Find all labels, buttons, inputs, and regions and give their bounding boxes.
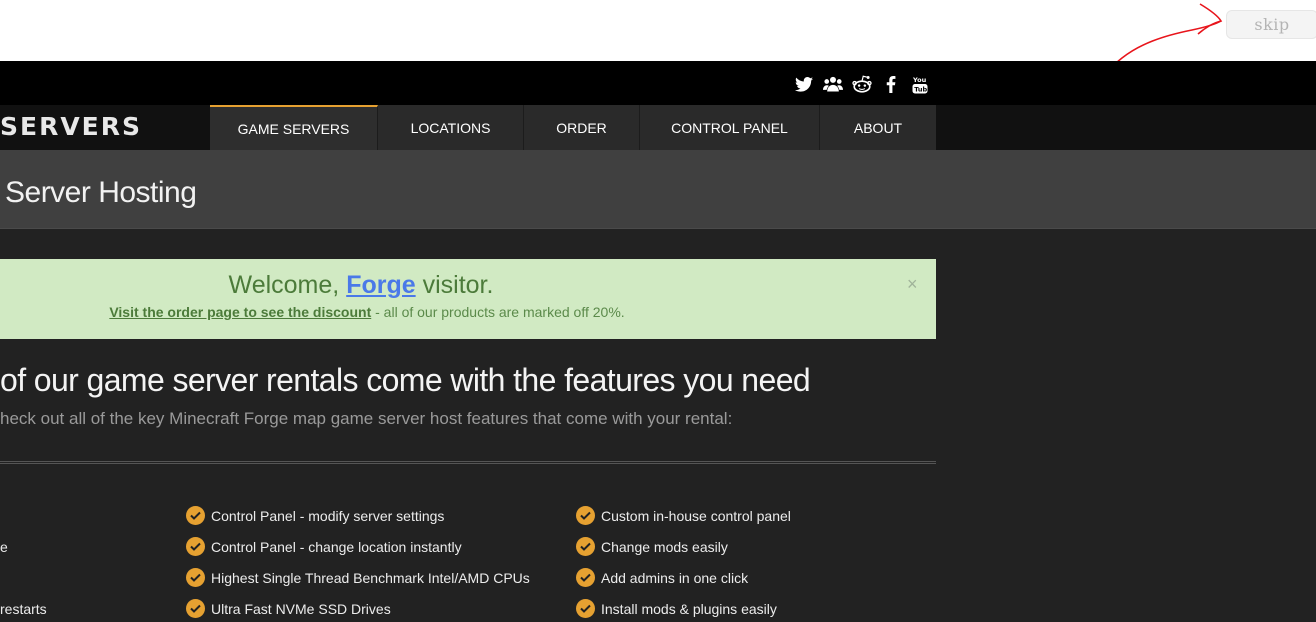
check-icon	[576, 568, 595, 587]
features-subtitle: heck out all of the key Minecraft Forge …	[0, 409, 733, 428]
feature-label: Control Panel - modify server settings	[211, 507, 445, 524]
feature-item	[0, 500, 47, 531]
welcome-prefix: Welcome,	[228, 271, 347, 299]
feature-label: Add admins in one click	[601, 569, 749, 586]
feature-item: Custom in-house control panel	[576, 500, 791, 531]
social-bar: YouTube	[0, 61, 1316, 105]
check-icon	[576, 537, 595, 556]
check-icon	[186, 506, 205, 525]
community-icon[interactable]	[822, 74, 844, 94]
feature-item: Change mods easily	[576, 531, 791, 562]
feature-label: Highest Single Thread Benchmark Intel/AM…	[211, 569, 530, 586]
feature-label: Ultra Fast NVMe SSD Drives	[211, 600, 391, 617]
svg-text:You: You	[912, 76, 927, 84]
nav-order[interactable]: ORDER	[524, 105, 640, 150]
reddit-icon[interactable]	[851, 74, 873, 94]
feature-list-col-2: Custom in-house control panel Change mod…	[576, 500, 791, 622]
youtube-icon[interactable]: YouTube	[909, 74, 931, 94]
check-icon	[576, 506, 595, 525]
feature-list-col-1: Control Panel - modify server settings C…	[186, 500, 530, 622]
feature-item: e	[0, 538, 8, 555]
nav-game-servers[interactable]: GAME SERVERS	[210, 105, 378, 150]
feature-list-col-0: e restarts	[0, 500, 47, 622]
feature-item: Ultra Fast NVMe SSD Drives	[186, 593, 530, 622]
welcome-discount-line: Visit the order page to see the discount…	[0, 304, 734, 320]
feature-item: Control Panel - change location instantl…	[186, 531, 530, 562]
nav-locations[interactable]: LOCATIONS	[378, 105, 524, 150]
feature-item: Install mods & plugins easily	[576, 593, 791, 622]
nav-about[interactable]: ABOUT	[820, 105, 936, 150]
feature-label: Control Panel - change location instantl…	[211, 538, 462, 555]
feature-label: Change mods easily	[601, 538, 728, 555]
feature-item	[0, 562, 47, 593]
feature-item: Add admins in one click	[576, 562, 791, 593]
svg-text:Tube: Tube	[914, 85, 928, 93]
main-navbar: SERVERS GAME SERVERS LOCATIONS ORDER CON…	[0, 105, 1316, 150]
main-nav: GAME SERVERS LOCATIONS ORDER CONTROL PAN…	[210, 105, 936, 150]
feature-item: Highest Single Thread Benchmark Intel/AM…	[186, 562, 530, 593]
welcome-heading: Welcome, Forge visitor.	[0, 271, 722, 300]
feature-item: Control Panel - modify server settings	[186, 500, 530, 531]
page-title: Server Hosting	[5, 176, 197, 209]
forge-link[interactable]: Forge	[346, 271, 415, 299]
section-divider	[0, 461, 936, 464]
close-banner-button[interactable]: ×	[907, 274, 918, 295]
skip-button[interactable]: skip	[1226, 10, 1316, 39]
facebook-icon[interactable]	[880, 74, 902, 94]
feature-label: Custom in-house control panel	[601, 507, 791, 524]
check-icon	[186, 568, 205, 587]
feature-item: restarts	[0, 600, 47, 617]
nav-control-panel[interactable]: CONTROL PANEL	[640, 105, 820, 150]
welcome-suffix: visitor.	[415, 271, 494, 299]
check-icon	[186, 599, 205, 618]
features-heading: of our game server rentals come with the…	[0, 362, 811, 398]
page-header: Server Hosting	[0, 150, 1316, 229]
twitter-icon[interactable]	[793, 74, 815, 94]
top-white-bar: skip	[0, 0, 1316, 61]
discount-link[interactable]: Visit the order page to see the discount	[109, 304, 371, 320]
check-icon	[576, 599, 595, 618]
site-logo[interactable]: SERVERS	[0, 112, 142, 141]
welcome-banner: Welcome, Forge visitor. Visit the order …	[0, 259, 936, 339]
check-icon	[186, 537, 205, 556]
feature-label: Install mods & plugins easily	[601, 600, 777, 617]
discount-text: - all of our products are marked off 20%…	[371, 304, 625, 320]
